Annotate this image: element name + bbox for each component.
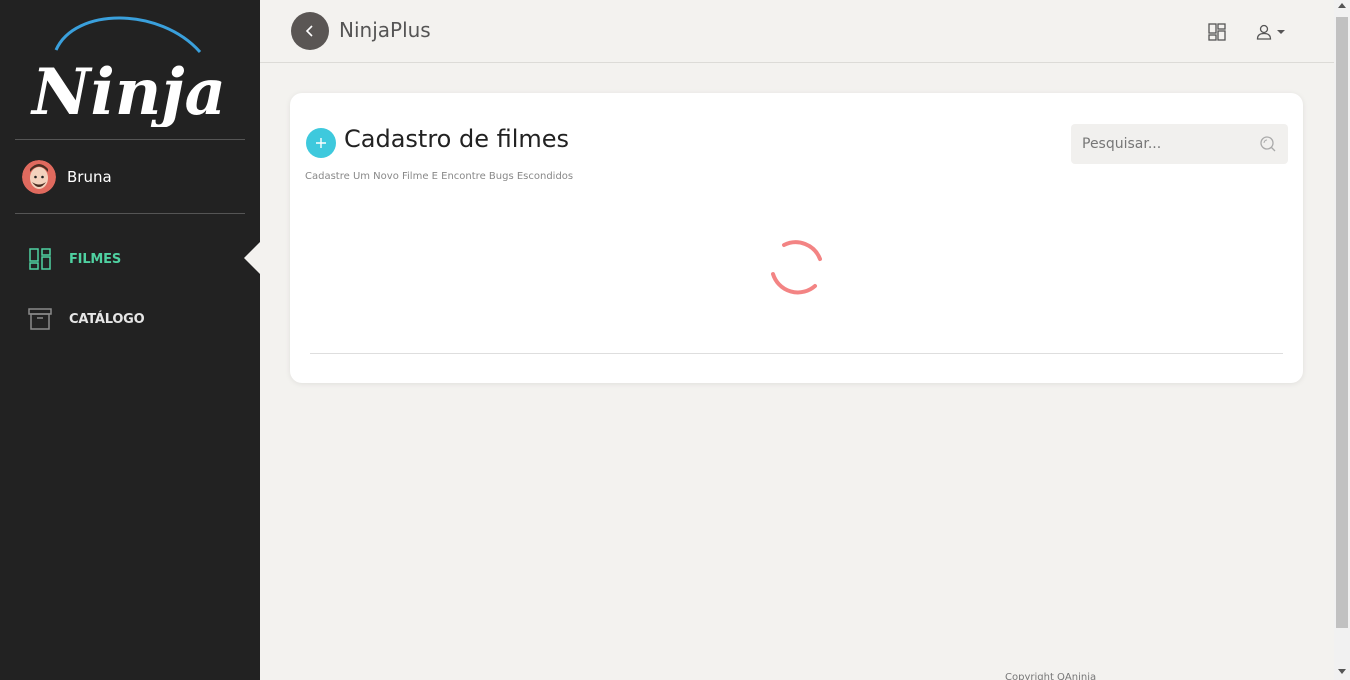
loading-spinner-icon — [771, 240, 822, 295]
card-title: Cadastro de filmes — [344, 125, 570, 153]
back-button[interactable] — [291, 12, 329, 50]
scroll-down-icon[interactable] — [1338, 669, 1346, 674]
ninja-plus-logo[interactable]: Ninja+ — [30, 12, 230, 127]
dashboard-icon[interactable] — [1207, 22, 1227, 42]
search-box — [1071, 124, 1288, 164]
dashboard-icon — [29, 248, 51, 270]
user-menu-button[interactable] — [1255, 22, 1291, 42]
active-item-indicator — [244, 242, 260, 274]
archive-icon — [28, 308, 52, 330]
user-name: Bruna — [67, 168, 112, 186]
caret-down-icon — [1277, 30, 1285, 34]
sidebar-item-filmes[interactable]: FILMES — [28, 245, 121, 273]
scrollbar-thumb[interactable] — [1336, 17, 1348, 628]
user-icon — [1256, 24, 1272, 40]
add-movie-button[interactable] — [306, 128, 336, 158]
scroll-up-icon[interactable] — [1338, 3, 1346, 8]
topbar: NinjaPlus — [260, 0, 1334, 63]
sidebar-item-label: CATÁLOGO — [69, 311, 145, 327]
sidebar-divider — [15, 213, 245, 214]
sidebar-item-label: FILMES — [69, 251, 121, 267]
svg-text:Ninja+: Ninja+ — [30, 55, 230, 127]
sidebar: Ninja+ Bruna FILMES — [0, 0, 260, 680]
card-divider — [310, 353, 1283, 354]
movie-form-card: Cadastro de filmes Cadastre Um Novo Film… — [290, 93, 1303, 383]
page-scrollbar[interactable] — [1334, 0, 1350, 680]
page-title: NinjaPlus — [339, 18, 431, 42]
sidebar-user[interactable]: Bruna — [22, 160, 112, 194]
search-input[interactable] — [1071, 124, 1251, 164]
card-subtitle: Cadastre Um Novo Filme E Encontre Bugs E… — [305, 171, 574, 182]
footer-text: Copyright QAninja — [1005, 672, 1097, 680]
chevron-left-icon — [305, 25, 313, 37]
user-avatar — [22, 160, 56, 194]
search-icon[interactable] — [1259, 135, 1277, 153]
sidebar-item-catalogo[interactable]: CATÁLOGO — [28, 305, 145, 333]
sidebar-divider — [15, 139, 245, 140]
plus-icon — [316, 138, 326, 148]
